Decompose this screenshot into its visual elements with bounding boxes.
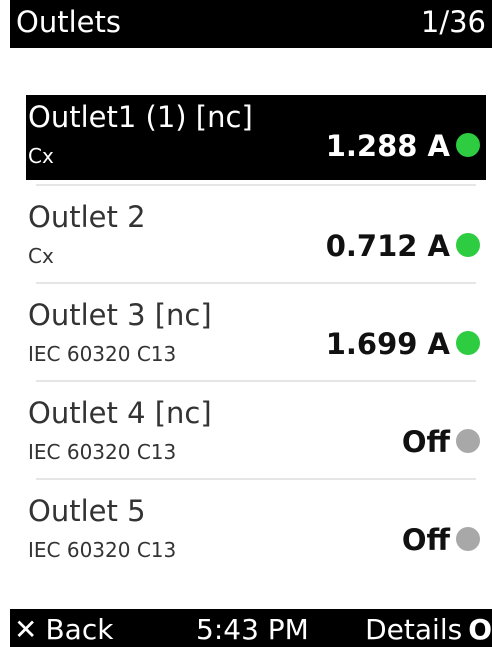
- outlet-list: Outlet1 (1) [nc] Cx 1.288 A Outlet 2 Cx …: [10, 48, 492, 609]
- title-bar: Outlets 1/36: [10, 0, 492, 48]
- clock: 5:43 PM: [196, 613, 309, 646]
- outlet-name: Outlet 2: [28, 200, 146, 234]
- device-screen: Outlets 1/36 Outlet1 (1) [nc] Cx 1.288 A…: [10, 0, 492, 647]
- outlet-current: Off: [401, 523, 450, 557]
- outlet-name: Outlet 3 [nc]: [28, 298, 212, 332]
- status-dot-icon: [456, 233, 480, 257]
- outlet-connector: IEC 60320 C13: [28, 342, 177, 366]
- outlet-name: Outlet1 (1) [nc]: [28, 100, 253, 134]
- outlet-current: 1.288 A: [325, 129, 450, 163]
- outlet-row-5[interactable]: Outlet 5 IEC 60320 C13 Off: [26, 489, 486, 574]
- status-dot-icon: [456, 331, 480, 355]
- outlet-current: 0.712 A: [325, 229, 450, 263]
- outlet-connector: IEC 60320 C13: [28, 538, 177, 562]
- details-key-icon: O: [468, 613, 492, 646]
- divider: [36, 380, 476, 382]
- back-button[interactable]: ✕ Back: [14, 613, 113, 646]
- page-indicator: 1/36: [420, 5, 486, 39]
- outlet-name: Outlet 5: [28, 494, 146, 528]
- close-icon: ✕: [14, 613, 38, 646]
- page-title: Outlets: [16, 5, 121, 39]
- outlet-row-2[interactable]: Outlet 2 Cx 0.712 A: [26, 195, 486, 280]
- back-label: Back: [45, 613, 114, 646]
- outlet-name: Outlet 4 [nc]: [28, 396, 212, 430]
- details-label: Details: [365, 613, 463, 646]
- divider: [36, 478, 476, 480]
- details-button[interactable]: Details O: [365, 613, 492, 646]
- outlet-row-3[interactable]: Outlet 3 [nc] IEC 60320 C13 1.699 A: [26, 293, 486, 378]
- outlet-connector: Cx: [28, 244, 54, 268]
- status-dot-icon: [456, 527, 480, 551]
- outlet-connector: IEC 60320 C13: [28, 440, 177, 464]
- outlet-connector: Cx: [28, 144, 54, 168]
- outlet-row-1[interactable]: Outlet1 (1) [nc] Cx 1.288 A: [26, 95, 486, 180]
- status-dot-icon: [456, 429, 480, 453]
- divider: [36, 184, 476, 186]
- outlet-current: 1.699 A: [325, 327, 450, 361]
- outlet-current: Off: [401, 425, 450, 459]
- outlet-row-4[interactable]: Outlet 4 [nc] IEC 60320 C13 Off: [26, 391, 486, 476]
- divider: [36, 282, 476, 284]
- status-dot-icon: [456, 133, 480, 157]
- footer-bar: ✕ Back 5:43 PM Details O: [10, 609, 492, 647]
